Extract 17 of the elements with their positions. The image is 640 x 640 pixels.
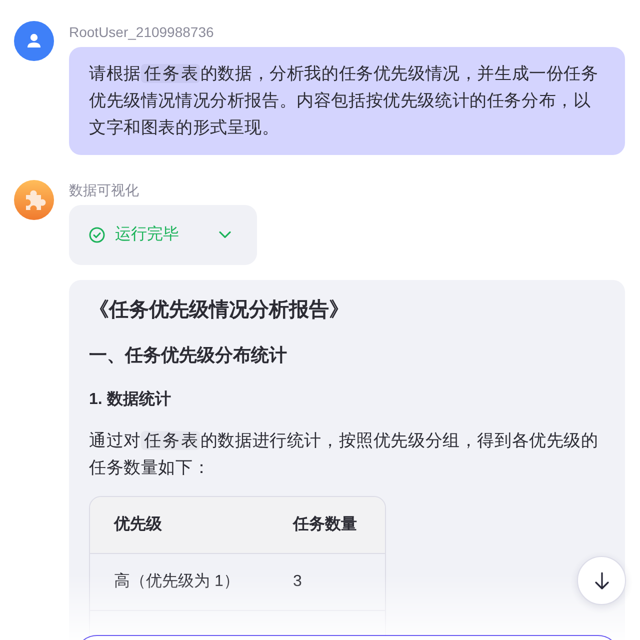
table-reference-link[interactable]: 任务表 (140, 64, 200, 83)
table-cell-text: 3 (292, 572, 303, 592)
message-text: 请根据 任务表 的数据，分析我的任务优先级情况，并生成一份任务优先级情况情况分析报告。内容包括按优先级统计的任务分布，以文字和图表的形式呈现。 (89, 63, 600, 139)
arrow-down-icon (594, 572, 608, 590)
table-header-cell-text: 任务数量 (292, 514, 358, 535)
check-circle-icon (89, 227, 105, 243)
table-reference-link[interactable]: 任务表 (140, 431, 200, 450)
author-name: RootUser_2109988736 (69, 23, 214, 42)
report-paragraph: 通过对 任务表 的数据进行统计，按照优先级分组，得到各优先级的任务数量如下： (89, 430, 600, 479)
section-heading: 一、任务优先级分布统计 (89, 344, 288, 367)
table-cell-text: 高（优先级为 1） (113, 572, 240, 592)
puzzle-piece-icon (14, 180, 54, 220)
subsection-heading: 1. 数据统计 (89, 389, 172, 410)
report-title: 《任务优先级情况分析报告》 (89, 298, 350, 323)
table-header-cell-text: 优先级 (112, 514, 163, 535)
author-name: 数据可视化 (69, 181, 139, 200)
user-avatar-icon (14, 21, 54, 61)
